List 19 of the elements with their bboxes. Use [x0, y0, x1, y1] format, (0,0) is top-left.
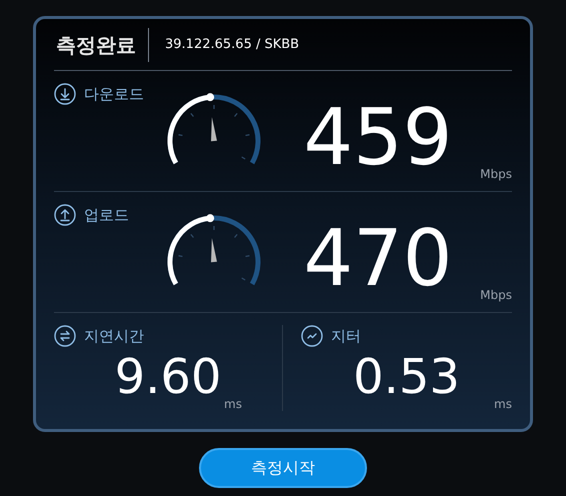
- unit-label: Mbps: [480, 288, 512, 302]
- status-title: 측정완료: [56, 28, 149, 62]
- metric-label: 지연시간: [84, 326, 144, 347]
- swap-arrows-icon: [54, 325, 76, 347]
- upload-icon: [54, 204, 76, 226]
- unit-label: ms: [494, 397, 512, 411]
- download-icon: [54, 83, 76, 105]
- speed-value: 470: [304, 220, 452, 298]
- speed-value: 459: [304, 99, 452, 177]
- unit-label: ms: [224, 397, 242, 411]
- wave-icon: [301, 325, 323, 347]
- server-info: 39.122.65.65 / SKBB: [164, 37, 300, 52]
- metric-label: 지터: [331, 326, 361, 347]
- start-test-button[interactable]: 측정시작: [199, 448, 367, 488]
- stat-value: 0.53: [353, 353, 460, 401]
- unit-label: Mbps: [480, 167, 512, 181]
- stat-value: 9.60: [114, 353, 222, 401]
- metric-label: 업로드: [84, 205, 129, 226]
- metric-label: 다운로드: [84, 84, 144, 105]
